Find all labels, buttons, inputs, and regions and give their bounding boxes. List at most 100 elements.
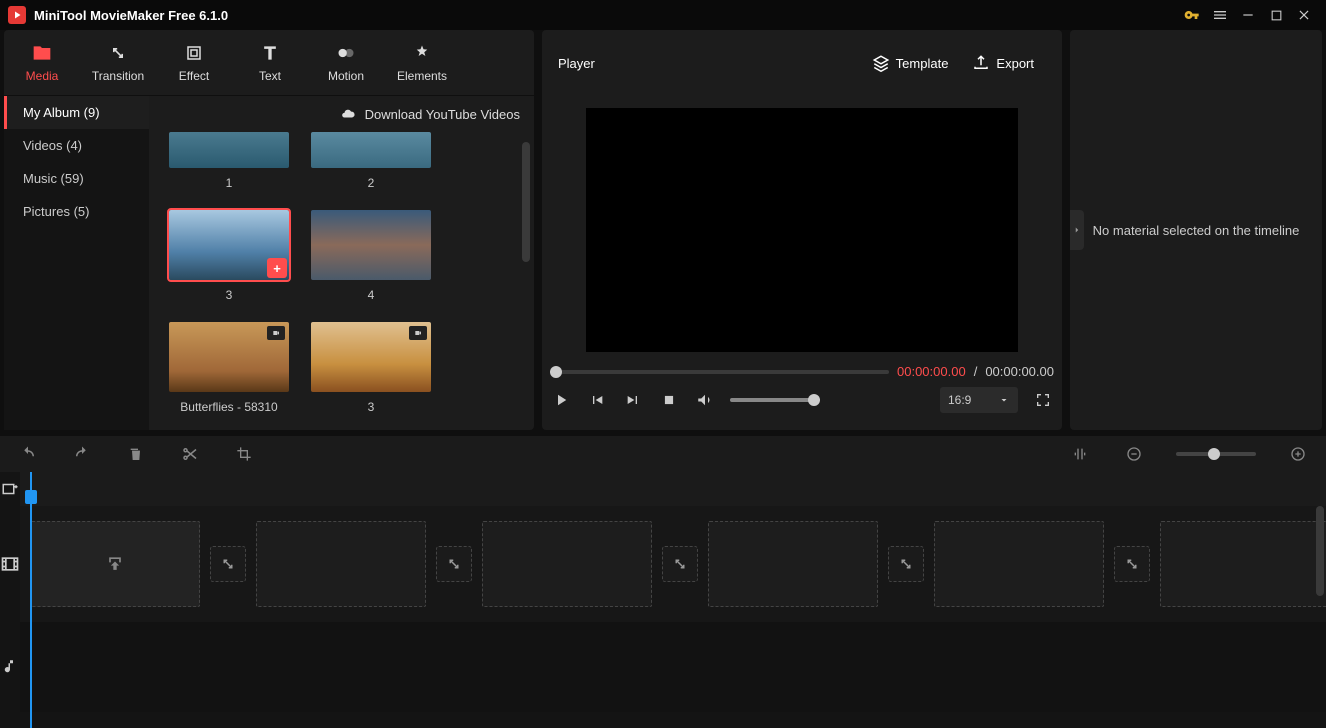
tab-motion[interactable]: Motion [308, 30, 384, 95]
stop-button[interactable] [658, 389, 680, 411]
cloud-download-icon [339, 107, 357, 121]
media-sidebar: My Album (9) Videos (4) Music (59) Pictu… [4, 96, 149, 430]
media-thumbnail[interactable]: + [169, 210, 289, 280]
motion-icon [336, 43, 356, 63]
video-badge-icon [267, 326, 285, 340]
timeline-ruler[interactable] [20, 472, 1326, 506]
chevron-down-icon [998, 394, 1010, 406]
zoom-out-button[interactable] [1122, 442, 1146, 466]
media-thumbnail[interactable] [311, 210, 431, 280]
transition-slot[interactable] [210, 546, 246, 582]
audio-track[interactable] [20, 622, 1326, 712]
tab-elements[interactable]: Elements [384, 30, 460, 95]
download-youtube-link[interactable]: Download YouTube Videos [149, 96, 534, 132]
media-scrollbar[interactable] [522, 142, 530, 262]
crop-button[interactable] [232, 442, 256, 466]
sidebar-item-my-album[interactable]: My Album (9) [4, 96, 149, 129]
zoom-in-button[interactable] [1286, 442, 1310, 466]
template-button[interactable]: Template [860, 54, 961, 72]
zoom-slider[interactable] [1176, 452, 1256, 456]
volume-slider[interactable] [730, 398, 820, 402]
timeline-scrollbar[interactable] [1316, 506, 1324, 596]
media-label: 2 [368, 176, 375, 190]
expand-panel-button[interactable] [1070, 210, 1084, 250]
media-item[interactable]: + 3 [169, 210, 289, 302]
volume-button[interactable] [694, 389, 716, 411]
media-thumbnail[interactable] [311, 322, 431, 392]
media-thumbnail[interactable] [169, 322, 289, 392]
tab-effect[interactable]: Effect [156, 30, 232, 95]
aspect-ratio-select[interactable]: 16:9 [940, 387, 1018, 413]
text-icon [260, 43, 280, 63]
undo-button[interactable] [16, 442, 40, 466]
media-label: 3 [226, 288, 233, 302]
player-preview[interactable] [586, 108, 1018, 352]
export-icon [972, 54, 990, 72]
export-button[interactable]: Export [960, 54, 1046, 72]
seek-slider[interactable] [550, 370, 889, 374]
media-thumbnail[interactable] [169, 132, 289, 168]
app-logo [8, 6, 26, 24]
sidebar-item-videos[interactable]: Videos (4) [4, 129, 149, 162]
add-track-button[interactable] [0, 472, 20, 506]
tab-text[interactable]: Text [232, 30, 308, 95]
tab-media[interactable]: Media [4, 30, 80, 95]
sidebar-item-music[interactable]: Music (59) [4, 162, 149, 195]
time-total: 00:00:00.00 [985, 364, 1054, 379]
clip-slot[interactable] [1160, 521, 1326, 607]
elements-icon [412, 43, 432, 63]
tab-transition[interactable]: Transition [80, 30, 156, 95]
sidebar-item-pictures[interactable]: Pictures (5) [4, 195, 149, 228]
fullscreen-button[interactable] [1032, 389, 1054, 411]
split-button[interactable] [178, 442, 202, 466]
transition-slot[interactable] [888, 546, 924, 582]
maximize-button[interactable] [1262, 0, 1290, 30]
media-item[interactable]: Butterflies - 58310 [169, 322, 289, 414]
add-to-timeline-button[interactable]: + [267, 258, 287, 278]
close-button[interactable] [1290, 0, 1318, 30]
delete-button[interactable] [124, 442, 148, 466]
media-item[interactable]: 4 [311, 210, 431, 302]
clip-slot[interactable] [708, 521, 878, 607]
chevron-right-icon [1072, 225, 1082, 235]
transition-slot[interactable] [662, 546, 698, 582]
video-badge-icon [409, 326, 427, 340]
clip-slot[interactable] [30, 521, 200, 607]
tab-label: Effect [179, 69, 209, 83]
timeline-toolbar [0, 436, 1326, 472]
audio-track-icon [0, 622, 20, 712]
transition-slot[interactable] [1114, 546, 1150, 582]
minimize-button[interactable] [1234, 0, 1262, 30]
play-button[interactable] [550, 389, 572, 411]
aspect-value: 16:9 [948, 393, 971, 407]
media-item[interactable]: 2 [311, 132, 431, 190]
media-thumbnail[interactable] [311, 132, 431, 168]
clip-slot[interactable] [934, 521, 1104, 607]
transition-slot[interactable] [436, 546, 472, 582]
video-track[interactable] [20, 506, 1326, 622]
media-item[interactable]: 1 [169, 132, 289, 190]
redo-button[interactable] [70, 442, 94, 466]
properties-panel: No material selected on the timeline [1070, 30, 1322, 430]
fit-button[interactable] [1068, 442, 1092, 466]
transition-icon [108, 43, 128, 63]
import-icon [105, 554, 125, 574]
template-label: Template [896, 56, 949, 71]
prev-frame-button[interactable] [586, 389, 608, 411]
main-tabs: Media Transition Effect Text Motion Elem… [4, 30, 534, 96]
media-label: 1 [226, 176, 233, 190]
clip-slot[interactable] [256, 521, 426, 607]
next-frame-button[interactable] [622, 389, 644, 411]
media-label: Butterflies - 58310 [180, 400, 277, 414]
time-current: 00:00:00.00 [897, 364, 966, 379]
tab-label: Transition [92, 69, 144, 83]
media-item[interactable]: 3 [311, 322, 431, 414]
menu-icon[interactable] [1206, 0, 1234, 30]
tab-label: Motion [328, 69, 364, 83]
upgrade-key-icon[interactable] [1178, 0, 1206, 30]
clip-slot[interactable] [482, 521, 652, 607]
media-panel: Media Transition Effect Text Motion Elem… [4, 30, 534, 430]
playhead[interactable] [30, 472, 32, 728]
effect-icon [184, 43, 204, 63]
no-selection-message: No material selected on the timeline [1093, 223, 1300, 238]
